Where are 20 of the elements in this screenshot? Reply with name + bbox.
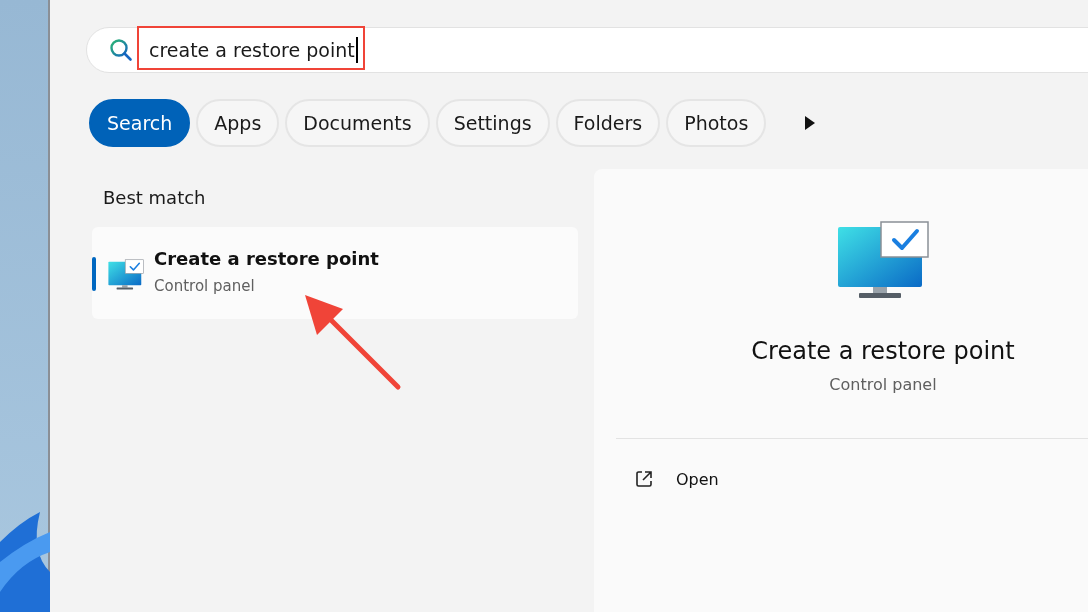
search-field[interactable]: create a restore point xyxy=(86,27,1088,73)
filter-tab[interactable]: Settings xyxy=(435,99,550,147)
open-external-icon xyxy=(634,469,654,489)
filter-tab[interactable]: Documents xyxy=(285,99,430,147)
result-item[interactable]: Create a restore point Control panel xyxy=(92,227,578,319)
search-icon xyxy=(109,38,133,62)
filter-tab[interactable]: Folders xyxy=(555,99,661,147)
filter-tab[interactable]: Search xyxy=(89,99,191,147)
filter-tab[interactable]: Apps xyxy=(196,99,280,147)
open-button[interactable]: Open xyxy=(634,469,719,489)
details-subtitle: Control panel xyxy=(828,375,938,394)
result-title: Create a restore point xyxy=(154,247,379,269)
section-heading: Best match xyxy=(102,187,207,210)
result-subtitle: Control panel xyxy=(154,276,256,295)
search-query: create a restore point xyxy=(149,37,358,63)
monitor-check-icon xyxy=(108,259,144,291)
details-title: Create a restore point xyxy=(750,337,1016,365)
filter-tab[interactable]: Photos xyxy=(666,99,767,147)
monitor-check-icon xyxy=(837,221,929,301)
scroll-right-icon[interactable] xyxy=(804,115,817,131)
